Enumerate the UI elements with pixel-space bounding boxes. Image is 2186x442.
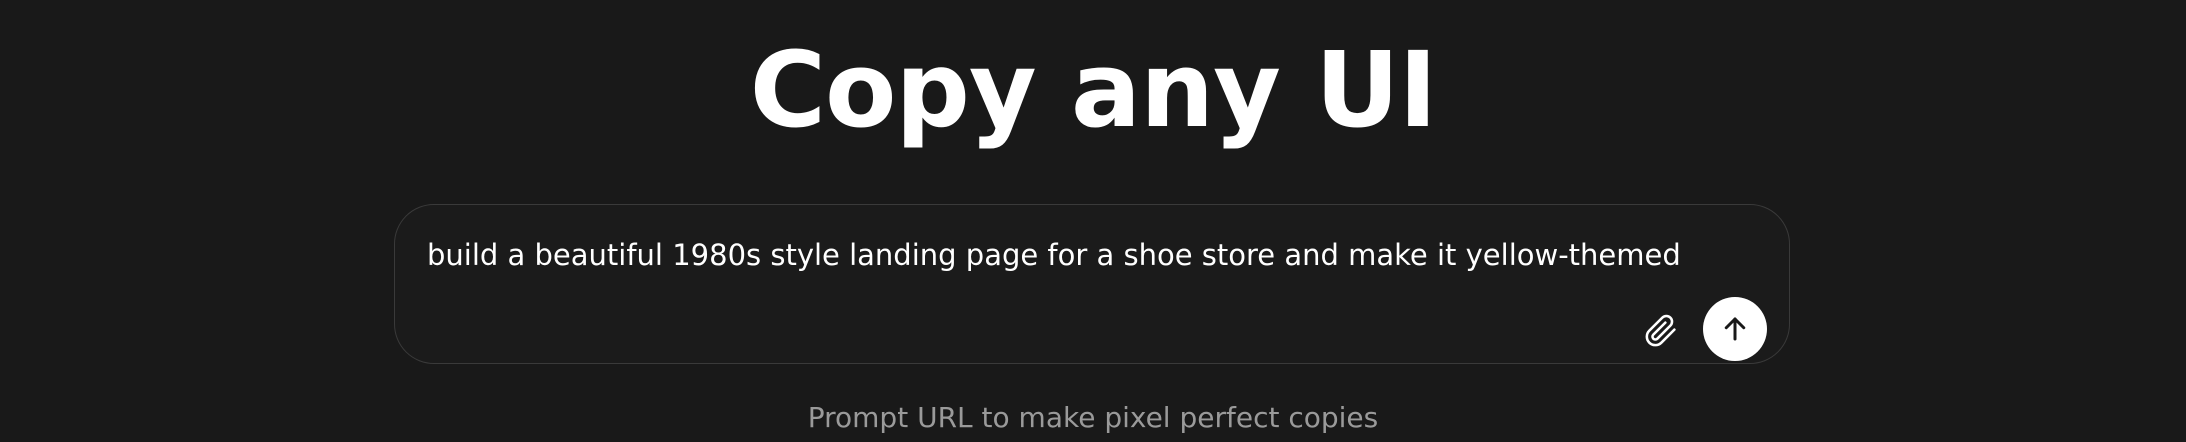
send-button[interactable]: [1703, 297, 1767, 361]
prompt-input[interactable]: build a beautiful 1980s style landing pa…: [427, 235, 1727, 275]
page-title: Copy any UI: [749, 29, 1438, 151]
prompt-box[interactable]: build a beautiful 1980s style landing pa…: [394, 204, 1790, 364]
page: Copy any UI build a beautiful 1980s styl…: [0, 0, 2186, 442]
attach-button[interactable]: [1641, 311, 1681, 351]
hint-text: Prompt URL to make pixel perfect copies: [807, 401, 1379, 434]
arrow-up-icon: [1724, 317, 1746, 341]
paperclip-icon: [1645, 314, 1676, 347]
